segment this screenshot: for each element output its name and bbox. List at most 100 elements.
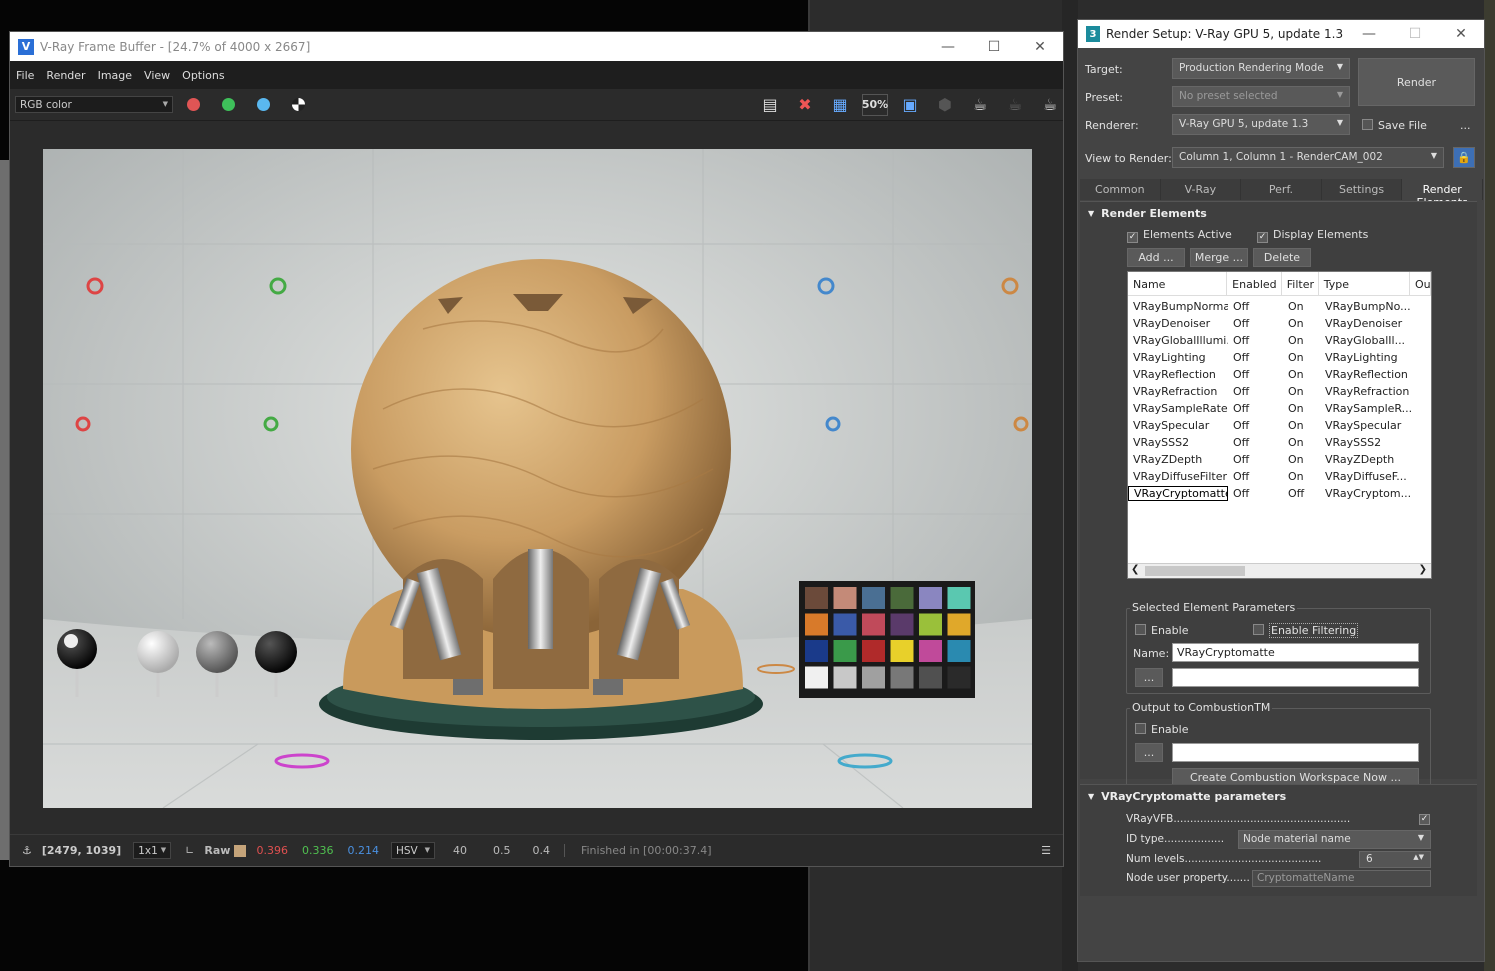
menu-file[interactable]: File [16,69,34,82]
element-type: VRayRefraction [1325,385,1410,398]
menu-view[interactable]: View [144,69,170,82]
chevron-down-icon: ▼ [1336,118,1343,127]
value-value: 0.4 [532,844,565,857]
green-channel-button[interactable] [222,98,235,111]
output-path-field[interactable] [1172,668,1419,687]
alpha-channel-button[interactable] [292,98,305,111]
vrayvfb-check[interactable]: ✓ [1419,814,1430,825]
menu-options[interactable]: Options [182,69,224,82]
pin-icon[interactable]: ⚓ [22,844,32,857]
save-image-icon[interactable]: ▤ [757,94,783,116]
maximize-button[interactable]: ☐ [1392,26,1438,42]
menu-image[interactable]: Image [98,69,132,82]
render-elements-list[interactable]: Name Enabled Filter Type Ou VRayBumpNorm… [1127,271,1432,579]
minimize-button[interactable]: — [1346,26,1392,42]
tab-common[interactable]: Common [1080,179,1161,200]
blue-channel-button[interactable] [257,98,270,111]
renderer-dropdown[interactable]: V-Ray GPU 5, update 1.3 ▼ [1172,114,1350,135]
clear-image-icon[interactable]: ✖ [792,94,818,116]
table-row[interactable]: VRayRefraction Off On VRayRefraction [1128,383,1431,400]
spinner-icon[interactable]: ▲▼ [1413,853,1424,861]
table-row[interactable]: VRayDenoiser Off On VRayDenoiser [1128,315,1431,332]
render-last-icon[interactable]: ☕ [1037,94,1063,116]
view-dropdown[interactable]: Column 1, Column 1 - RenderCAM_002 ▼ [1172,147,1444,168]
table-row[interactable]: VRayDiffuseFilter Off On VRayDiffuseF... [1128,468,1431,485]
checker-patch [890,587,914,609]
table-row[interactable]: VRayBumpNormals Off On VRayBumpNo... [1128,298,1431,315]
col-output[interactable]: Ou [1410,272,1431,295]
tab-render-elements[interactable]: Render Elements [1402,179,1483,209]
tab-settings[interactable]: Settings [1321,179,1403,200]
combustion-enable-checkbox[interactable]: Enable [1135,723,1188,736]
close-button[interactable]: ✕ [1438,26,1484,42]
tab-vray[interactable]: V-Ray [1160,179,1242,200]
numlevels-spinner[interactable]: 6 ▲▼ [1359,851,1431,868]
horizontal-scrollbar[interactable]: ❮ ❯ [1128,563,1431,578]
save-file-checkbox[interactable]: Save File [1362,119,1427,132]
display-elements-checkbox[interactable]: ✓ Display Elements [1257,228,1368,243]
lock-render-icon[interactable]: ⬢ [932,94,958,116]
elements-active-check[interactable]: ✓ [1127,232,1138,243]
channel-select[interactable]: RGB color ▼ [15,96,173,113]
table-row[interactable]: VRaySSS2 Off On VRaySSS2 [1128,434,1431,451]
menu-render[interactable]: Render [46,69,85,82]
rs-title: Render Setup: V-Ray GPU 5, update 1.3 [1106,27,1344,41]
region-render-icon[interactable]: ▦ [827,94,853,116]
lock-view-button[interactable]: 🔒 [1453,147,1475,168]
name-field[interactable]: VRayCryptomatte [1172,643,1419,662]
frame-icon[interactable]: ▣ [897,94,923,116]
vrayvfb-label: VRayVFB.................................… [1126,813,1351,825]
close-button[interactable]: ✕ [1017,39,1063,55]
table-row[interactable]: VRayZDepth Off On VRayZDepth [1128,451,1431,468]
table-row[interactable]: VRaySpecular Off On VRaySpecular [1128,417,1431,434]
merge-button[interactable]: Merge ... [1190,248,1248,267]
save-file-browse-button[interactable]: ... [1460,119,1471,132]
scroll-left-icon[interactable]: ❮ [1131,564,1139,575]
enable-filtering-check[interactable] [1253,624,1264,635]
color-mode-select[interactable]: HSV ▼ [390,842,435,859]
checker-patch [833,587,857,609]
output-browse-button[interactable]: ... [1135,668,1163,687]
render-interactive-icon[interactable]: ☕ [1002,94,1028,116]
maximize-button[interactable]: ☐ [971,39,1017,55]
tab-perf[interactable]: Perf. [1241,179,1322,200]
idtype-dropdown[interactable]: Node material name ▼ [1238,830,1431,849]
combustion-browse-button[interactable]: ... [1135,743,1163,762]
add-button[interactable]: Add ... [1127,248,1185,267]
target-dropdown[interactable]: Production Rendering Mode ▼ [1172,58,1350,79]
ratio-select[interactable]: 1x1 ▼ [133,842,172,859]
display-elements-check[interactable]: ✓ [1257,232,1268,243]
table-row[interactable]: VRayReflection Off On VRayReflection [1128,366,1431,383]
col-filter[interactable]: Filter [1282,272,1319,295]
render-elements-header[interactable]: ▼ Render Elements [1080,202,1477,224]
table-row[interactable]: VRayLighting Off On VRayLighting [1128,349,1431,366]
nodeuser-field[interactable]: CryptomatteName [1252,870,1431,887]
preset-dropdown[interactable]: No preset selected ▼ [1172,86,1350,107]
table-row[interactable]: VRayCryptomatte Off Off VRayCryptom... [1128,485,1431,502]
combustion-path-field[interactable] [1172,743,1419,762]
render-teapot-icon[interactable]: ☕ [967,94,993,116]
save-file-check[interactable] [1362,119,1373,130]
scroll-right-icon[interactable]: ❯ [1419,564,1427,575]
minimize-button[interactable]: — [925,39,971,55]
table-row[interactable]: VRaySampleRate Off On VRaySampleR... [1128,400,1431,417]
col-name[interactable]: Name [1128,272,1228,295]
combustion-enable-check[interactable] [1135,723,1146,734]
log-icon[interactable]: ☰ [1041,844,1051,857]
col-enabled[interactable]: Enabled [1227,272,1282,295]
scroll-thumb[interactable] [1145,566,1245,576]
cryptomatte-header[interactable]: ▼ VRayCryptomatte parameters [1080,785,1477,807]
red-channel-button[interactable] [187,98,200,111]
checker-patch [919,640,942,662]
color-picker-icon[interactable]: ∟ [185,844,194,857]
enable-filtering-checkbox[interactable]: Enable Filtering [1253,623,1359,638]
enable-checkbox[interactable]: Enable [1135,624,1188,637]
table-row[interactable]: VRayGlobalIllumi... Off On VRayGlobalIl... [1128,332,1431,349]
zoom-50-icon[interactable]: 50% [862,93,888,116]
render-button[interactable]: Render [1358,58,1475,106]
col-type[interactable]: Type [1319,272,1410,295]
collapse-icon: ▼ [1088,208,1095,218]
elements-active-checkbox[interactable]: ✓ Elements Active [1127,228,1232,243]
delete-button[interactable]: Delete [1253,248,1311,267]
enable-check[interactable] [1135,624,1146,635]
